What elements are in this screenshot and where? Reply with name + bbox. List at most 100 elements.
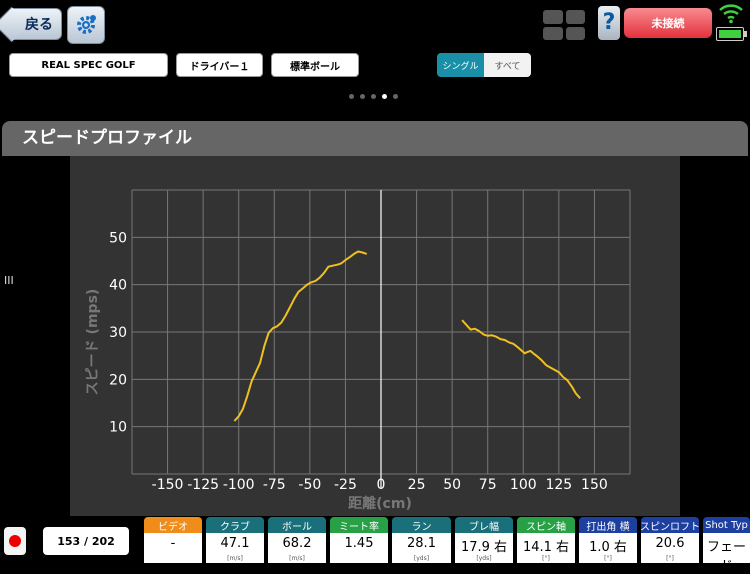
grid-cell-icon	[565, 10, 585, 24]
metric-label: クラブ	[206, 517, 264, 533]
metric-label: 打出角 横	[579, 517, 637, 533]
metric-tile[interactable]: スピン軸 14.1 右 [°]	[517, 517, 575, 563]
chart-panel: -150 -125 -100 -75 -50 -25 0 25 50 75 100 125 150 10 2…	[70, 156, 680, 516]
record-icon	[9, 535, 21, 547]
metric-value: フェード	[706, 540, 746, 574]
metric-body: -	[144, 533, 202, 563]
metric-unit: [°]	[604, 555, 612, 562]
metric-body: フェード	[703, 533, 750, 574]
record-button[interactable]	[4, 527, 26, 555]
x-tick-label: -25	[334, 477, 357, 493]
metric-label: ビデオ	[144, 517, 202, 533]
battery-icon	[716, 27, 747, 41]
metric-unit: [yds]	[413, 555, 430, 562]
metric-label: Shot Typ	[703, 517, 750, 533]
metric-value: 17.9 右	[460, 540, 508, 555]
page-dot	[371, 94, 376, 99]
mode-single-option[interactable]: シングル	[437, 53, 484, 77]
metric-label: スピン軸	[517, 517, 575, 533]
wifi-icon	[719, 4, 743, 24]
page-dot	[360, 94, 365, 99]
page-indicator[interactable]	[349, 94, 398, 99]
y-tick-label: 20	[109, 372, 127, 388]
y-axis-title: スピード (mps)	[85, 289, 101, 396]
mode-toggle[interactable]: シングル すべて	[437, 53, 531, 77]
metric-value: 28.1	[407, 536, 436, 551]
x-axis-title: 距離(cm)	[348, 495, 412, 512]
metric-value: 47.1	[220, 536, 250, 551]
metric-label: ミート率	[330, 517, 388, 533]
metric-unit: [m/s]	[289, 555, 305, 562]
speed-profile-chart: -150 -125 -100 -75 -50 -25 0 25 50 75 100 125 150 10 2…	[85, 189, 631, 512]
metric-body: 1.0 右 [°]	[579, 533, 637, 563]
x-tick-label: 0	[377, 477, 386, 493]
metric-value: -	[170, 536, 176, 551]
metric-tile[interactable]: スピンロフト 20.6 [°]	[641, 517, 699, 563]
page-dot	[393, 94, 398, 99]
metric-body: 1.45	[330, 533, 388, 563]
metric-value: 1.0 右	[589, 540, 627, 555]
metric-tile[interactable]: ブレ幅 17.9 右 [yds]	[455, 517, 513, 563]
metric-tile[interactable]: クラブ 47.1 [m/s]	[206, 517, 264, 563]
page-dot-active	[382, 94, 387, 99]
metric-tile[interactable]: Shot Typ フェード	[703, 517, 750, 574]
metric-tile[interactable]: ミート率 1.45	[330, 517, 388, 563]
layout-grid-button[interactable]	[543, 10, 585, 40]
shot-counter[interactable]: 153 / 202	[43, 527, 129, 555]
metric-label: ボール	[268, 517, 326, 533]
metric-label: ラン	[392, 517, 451, 533]
grid-cell-icon	[543, 10, 563, 24]
y-tick-label: 10	[109, 420, 127, 436]
speed-series-line	[233, 250, 368, 422]
settings-button[interactable]	[67, 6, 105, 44]
metric-body: 17.9 右 [yds]	[455, 533, 513, 563]
metric-label: ブレ幅	[455, 517, 513, 533]
metric-body: 47.1 [m/s]	[206, 533, 264, 563]
x-tick-label: -100	[223, 477, 255, 493]
metric-unit: [°]	[542, 555, 550, 562]
metric-label: スピンロフト	[641, 517, 699, 533]
metric-tile[interactable]: ラン 28.1 [yds]	[392, 517, 451, 563]
metric-body: 28.1 [yds]	[392, 533, 451, 563]
grid-cell-icon	[565, 26, 585, 40]
x-tick-label: -150	[152, 477, 184, 493]
back-button[interactable]: 戻る	[8, 8, 62, 40]
metric-body: 20.6 [°]	[641, 533, 699, 563]
metric-value: 68.2	[282, 536, 312, 551]
x-tick-label: -125	[187, 477, 219, 493]
connection-status-button[interactable]: 未接続	[624, 8, 712, 38]
ball-selector[interactable]: 標準ボール	[271, 53, 359, 77]
side-panel-handle[interactable]: III	[4, 274, 14, 287]
metric-unit: [°]	[666, 555, 674, 562]
metric-body: 68.2 [m/s]	[268, 533, 326, 563]
y-tick-label: 40	[109, 278, 127, 294]
x-tick-label: -50	[298, 477, 321, 493]
gear-icon	[77, 15, 96, 34]
grid-cell-icon	[543, 26, 563, 40]
metric-value: 20.6	[655, 536, 685, 551]
back-button-label: 戻る	[25, 17, 53, 33]
metric-body: 14.1 右 [°]	[517, 533, 575, 563]
club-selector[interactable]: ドライバー１	[176, 53, 263, 77]
x-tick-label: 75	[479, 477, 497, 493]
mode-all-option[interactable]: すべて	[484, 53, 531, 77]
x-tick-label: 125	[545, 477, 572, 493]
metric-tile[interactable]: ボール 68.2 [m/s]	[268, 517, 326, 563]
help-button[interactable]: ?	[598, 6, 620, 40]
x-tick-label: -75	[263, 477, 286, 493]
x-tick-label: 25	[408, 477, 426, 493]
page-dot	[349, 94, 354, 99]
metric-tile[interactable]: 打出角 横 1.0 右 [°]	[579, 517, 637, 563]
y-tick-label: 30	[109, 325, 127, 341]
metric-value: 1.45	[344, 536, 374, 551]
metric-tile[interactable]: ビデオ -	[144, 517, 202, 563]
metric-unit: [m/s]	[227, 555, 243, 562]
product-selector[interactable]: REAL SPEC GOLF	[9, 53, 168, 77]
section-title: スピードプロファイル	[2, 121, 748, 156]
metric-value: 14.1 右	[522, 540, 570, 555]
x-tick-label: 150	[581, 477, 608, 493]
x-tick-label: 100	[510, 477, 537, 493]
y-tick-label: 50	[109, 230, 127, 246]
x-tick-label: 50	[443, 477, 461, 493]
metric-unit: [yds]	[476, 555, 492, 562]
